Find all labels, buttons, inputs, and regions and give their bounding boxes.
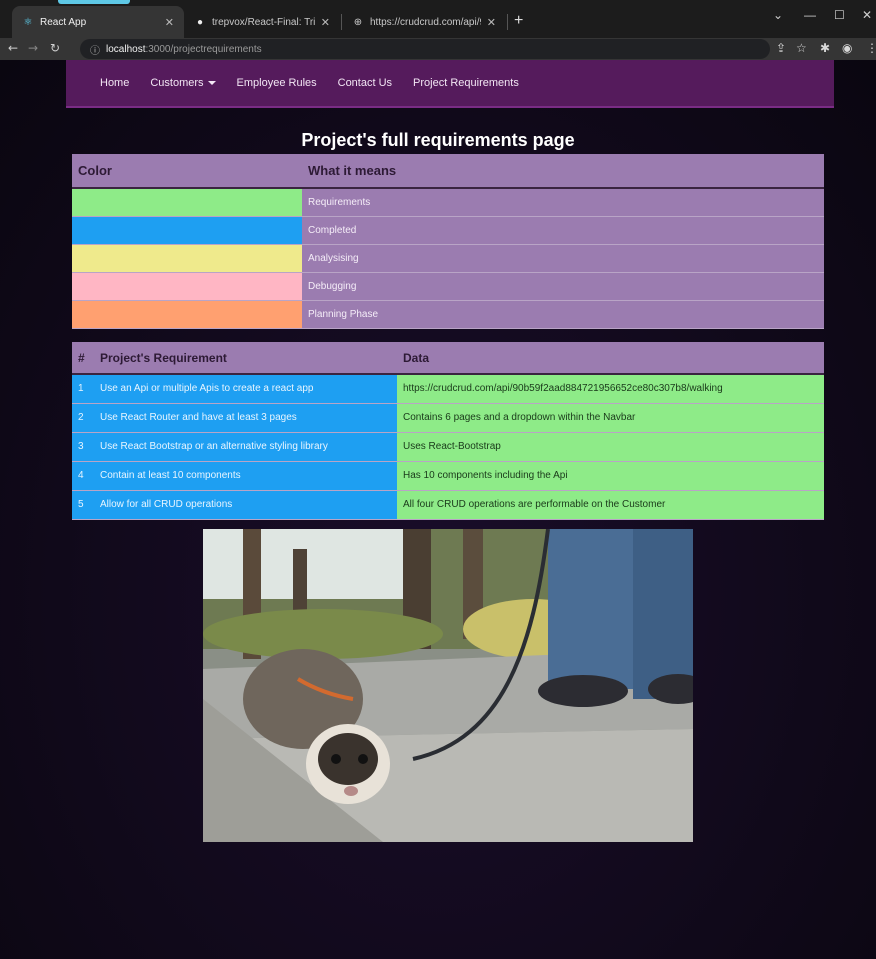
requirements-header-row: # Project's Requirement Data [72, 342, 824, 375]
github-icon: ● [196, 16, 204, 28]
req-header-requirement: Project's Requirement [94, 342, 397, 375]
legend-meaning: Completed [302, 216, 824, 245]
legend-row: Debugging [72, 272, 824, 301]
url-host: localhost [106, 43, 146, 55]
requirement-row: 2 Use React Router and have at least 3 pa… [72, 403, 824, 433]
close-icon[interactable]: ✕ [165, 16, 174, 29]
profile-avatar-icon[interactable]: ◉ [842, 41, 852, 55]
requirement-row: 1 Use an Api or multiple Apis to create a… [72, 374, 824, 404]
legend-meaning: Planning Phase [302, 300, 824, 329]
menu-icon[interactable]: ⋮ [866, 41, 876, 55]
url-path: :3000/projectrequirements [145, 43, 262, 55]
legend-meaning: Requirements [302, 188, 824, 217]
req-num: 1 [72, 374, 94, 404]
tab-github[interactable]: ● trepvox/React-Final: Tried my ha ✕ [184, 6, 340, 38]
legend-row: Analysising [72, 244, 824, 273]
nav-employee-rules[interactable]: Employee Rules [237, 77, 317, 89]
close-icon[interactable]: ✕ [487, 16, 496, 29]
color-swatch [72, 272, 302, 301]
req-text: Use an Api or multiple Apis to create a … [94, 374, 397, 404]
tab-crudcrud[interactable]: ⊕ https://crudcrud.com/api/90b59 ✕ [342, 6, 506, 38]
caret-down-icon [207, 81, 216, 86]
forward-icon[interactable]: → [28, 41, 38, 55]
close-window-icon[interactable]: ✕ [862, 8, 872, 22]
tab-separator [507, 14, 508, 30]
minimize-icon[interactable]: — [804, 8, 816, 22]
color-swatch [72, 188, 302, 217]
tab-title: https://crudcrud.com/api/90b59 [370, 16, 481, 28]
req-text: Use React Bootstrap or an alternative st… [94, 432, 397, 462]
tab-react-app[interactable]: ⚛ React App ✕ [12, 6, 184, 38]
req-num: 2 [72, 403, 94, 433]
color-swatch [72, 300, 302, 329]
legend-header-meaning: What it means [302, 154, 824, 189]
req-text: Use React Router and have at least 3 pag… [94, 403, 397, 433]
req-text: Contain at least 10 components [94, 461, 397, 491]
requirement-row: 3 Use React Bootstrap or an alternative s… [72, 432, 824, 462]
reload-icon[interactable]: ↻ [50, 41, 60, 55]
address-bar: ← → ↻ ⓘ localhost:3000/projectrequiremen… [0, 38, 876, 60]
nav-project-requirements[interactable]: Project Requirements [413, 77, 519, 89]
nav-customers-label: Customers [150, 77, 204, 89]
legend-header-row: Color What it means [72, 154, 824, 189]
req-data: All four CRUD operations are performable… [397, 490, 824, 520]
page-content: Home Customers Employee Rules Contact Us… [0, 60, 876, 959]
color-legend-table: Color What it means Requirements Complete… [72, 154, 824, 329]
close-icon[interactable]: ✕ [321, 16, 330, 29]
req-header-num: # [72, 342, 94, 375]
page-title: Project's full requirements page [301, 130, 575, 150]
react-icon: ⚛ [23, 16, 33, 28]
req-data: Contains 6 pages and a dropdown within t… [397, 403, 824, 433]
nav-home[interactable]: Home [100, 77, 129, 89]
req-data: https://crudcrud.com/api/90b59f2aad88472… [397, 374, 824, 404]
req-num: 3 [72, 432, 94, 462]
requirement-row: 5 Allow for all CRUD operations All four C… [72, 490, 824, 520]
req-num: 5 [72, 490, 94, 520]
color-swatch [72, 244, 302, 273]
nav-customers-dropdown[interactable]: Customers [150, 77, 216, 89]
tab-accent [58, 0, 130, 4]
share-icon[interactable]: ⇪ [776, 41, 786, 55]
nav-contact-us[interactable]: Contact Us [338, 77, 392, 89]
globe-icon: ⊕ [353, 16, 363, 28]
color-swatch [72, 216, 302, 245]
info-icon[interactable]: ⓘ [90, 42, 100, 57]
tab-search-icon[interactable]: ⌄ [773, 8, 783, 22]
req-data: Has 10 components including the Api [397, 461, 824, 491]
req-header-data: Data [397, 342, 824, 375]
legend-meaning: Debugging [302, 272, 824, 301]
req-text: Allow for all CRUD operations [94, 490, 397, 520]
back-icon[interactable]: ← [8, 41, 18, 55]
legend-header-color: Color [72, 154, 302, 189]
req-num: 4 [72, 461, 94, 491]
navbar: Home Customers Employee Rules Contact Us… [66, 60, 834, 108]
bookmark-star-icon[interactable]: ☆ [796, 41, 807, 55]
legend-row: Requirements [72, 188, 824, 217]
legend-row: Planning Phase [72, 300, 824, 329]
tab-title: trepvox/React-Final: Tried my ha [212, 16, 315, 28]
maximize-icon[interactable]: ☐ [834, 8, 845, 22]
legend-meaning: Analysising [302, 244, 824, 273]
requirement-row: 4 Contain at least 10 components Has 10 co… [72, 461, 824, 491]
url-input[interactable]: ⓘ localhost:3000/projectrequirements [80, 39, 770, 59]
new-tab-icon[interactable]: + [514, 12, 523, 30]
tab-title: React App [40, 16, 87, 28]
legend-row: Completed [72, 216, 824, 245]
extensions-icon[interactable]: ✱ [820, 41, 830, 55]
req-data: Uses React-Bootstrap [397, 432, 824, 462]
browser-tab-bar: ⚛ React App ✕ ● trepvox/React-Final: Tri… [0, 0, 876, 38]
ferret-photo [203, 529, 693, 842]
requirements-table: # Project's Requirement Data 1 Use an Api… [72, 342, 824, 520]
